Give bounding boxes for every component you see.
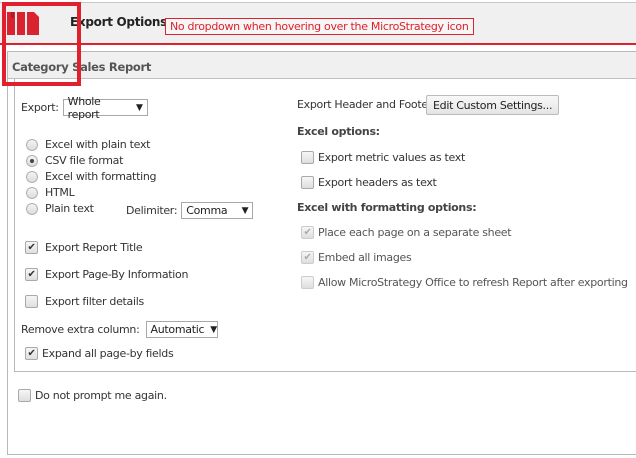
checkbox-headers-as-text[interactable] [301,176,314,189]
export-label: Export: [21,101,59,114]
checkbox-label: Allow MicroStrategy Office to refresh Re… [318,276,628,289]
checkbox-label: Export headers as text [318,176,437,189]
checkbox-label: Place each page on a separate sheet [318,226,512,239]
checkbox-metric-as-text[interactable] [301,151,314,164]
checkbox-label: Export filter details [45,295,144,308]
radio-label: Plain text [45,202,94,215]
dialog-title: Export Options [70,15,167,29]
remove-extra-label: Remove extra column: [21,323,140,336]
checkbox-label: Embed all images [318,251,412,264]
checkbox-label: Export metric values as text [318,151,465,164]
dropdown-arrow-icon: ▼ [210,324,217,335]
radio-csv[interactable] [26,154,38,167]
radio-excel-formatting[interactable] [26,170,38,183]
export-select[interactable]: Whole report ▼ [62,95,148,121]
checkbox-label: Expand all page-by fields [42,347,174,360]
remove-extra-select[interactable]: Automatic ▼ [145,321,218,338]
radio-excel-plain[interactable] [26,138,38,151]
dropdown-arrow-icon: ▼ [136,102,143,113]
checkbox-separate-sheet[interactable]: ✔ [301,226,314,239]
radio-label: CSV file format [45,154,124,167]
header-accent-line [0,43,636,45]
radio-html[interactable] [26,186,38,199]
excel-options-heading: Excel options: [297,125,380,138]
checkbox-label: Export Report Title [45,241,143,254]
edit-custom-settings-button[interactable]: Edit Custom Settings... [426,95,560,115]
checkbox-label: Export Page-By Information [45,268,189,281]
checkbox-expand-page-by[interactable]: ✔ [25,347,38,360]
checkbox-export-report-title[interactable]: ✔ [25,241,38,254]
radio-plain-text[interactable] [26,202,38,215]
excel-formatting-heading: Excel with formatting options: [297,201,477,214]
checkbox-allow-refresh[interactable] [301,276,314,289]
checkbox-label: Do not prompt me again. [35,389,167,402]
annotation-highlight-box [2,2,81,86]
radio-label: Excel with plain text [45,138,151,151]
checkbox-export-filter[interactable] [25,295,38,308]
delimiter-select-value: Comma [186,204,228,217]
remove-extra-value: Automatic [150,323,205,336]
header-footer-label: Export Header and Footer: [297,98,436,111]
radio-label: Excel with formatting [45,170,157,183]
annotation-note: No dropdown when hovering over the Micro… [165,18,474,35]
dropdown-arrow-icon: ▼ [241,205,249,216]
export-select-value: Whole report [67,94,101,121]
delimiter-label: Delimiter: [126,204,178,217]
radio-label: HTML [45,186,75,199]
checkbox-embed-images[interactable]: ✔ [301,251,314,264]
delimiter-select[interactable]: Comma ▼ [181,202,254,219]
checkbox-do-not-prompt[interactable] [18,389,31,402]
checkbox-export-page-by[interactable]: ✔ [25,268,38,281]
